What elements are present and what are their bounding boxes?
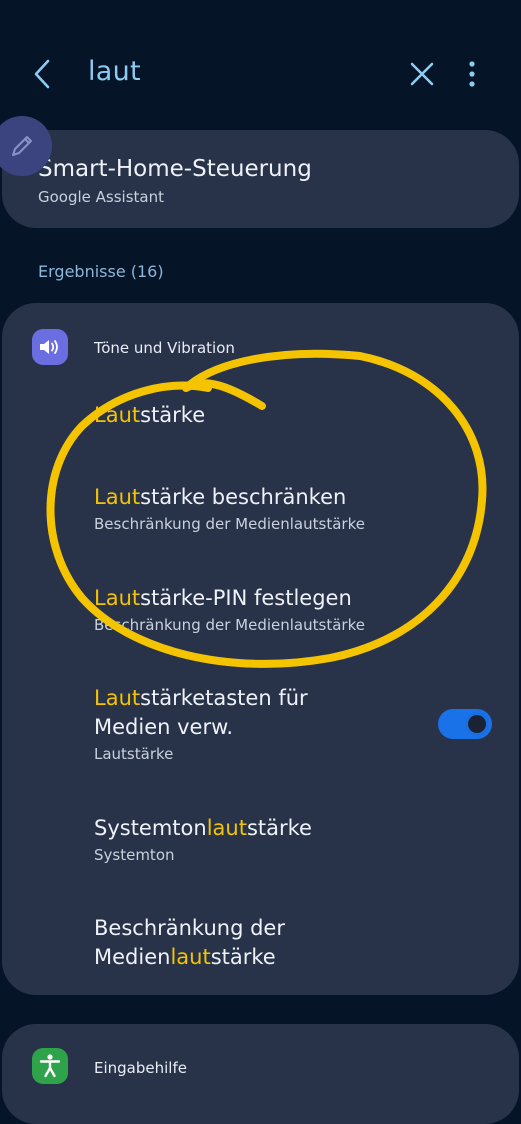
top-result-card[interactable]: Smart-Home-Steuerung Google Assistant [2, 130, 519, 228]
search-header: laut [0, 0, 521, 130]
result-title-line1: Beschränkung der [94, 916, 285, 940]
match-highlight: Laut [94, 485, 141, 509]
result-title: Lautstärketasten für Medien verw. [94, 684, 424, 742]
result-item[interactable]: Beschränkung der Medienlautstärke [94, 914, 424, 972]
toggle-knob [466, 713, 488, 735]
match-highlight: laut [170, 945, 211, 969]
result-title: Lautstärke [94, 401, 424, 430]
chevron-left-icon [34, 59, 50, 89]
search-input[interactable]: laut [88, 56, 141, 87]
result-title-rest: stärketasten für [140, 686, 308, 710]
accessibility-icon [32, 1048, 68, 1084]
result-title-rest: Medien verw. [94, 715, 234, 739]
clear-search-button[interactable] [404, 56, 440, 92]
result-title-rest: stärke beschränken [140, 485, 347, 509]
back-button[interactable] [24, 52, 60, 96]
result-title-rest: stärke-PIN festlegen [140, 586, 352, 610]
media-volume-keys-toggle[interactable] [438, 709, 492, 739]
match-highlight: Laut [94, 686, 141, 710]
result-title-rest: stärke [210, 945, 276, 969]
result-title: Lautstärke beschränken [94, 483, 424, 512]
result-item[interactable]: Lautstärke-PIN festlegen Beschränkung de… [94, 584, 424, 635]
category-title: Töne und Vibration [94, 339, 235, 357]
results-card: Töne und Vibration Lautstärke Lautstärke… [2, 303, 519, 995]
results-count-label: Ergebnisse (16) [38, 262, 164, 281]
match-highlight: Laut [94, 403, 141, 427]
accessibility-card[interactable]: Eingabehilfe [2, 1024, 519, 1124]
result-subtitle: Beschränkung der Medienlautstärke [94, 616, 365, 634]
result-item[interactable]: Lautstärke beschränken Beschränkung der … [94, 483, 424, 534]
result-title: Beschränkung der Medienlautstärke [94, 914, 424, 972]
result-title-pre: Medien [94, 945, 171, 969]
result-subtitle: Beschränkung der Medienlautstärke [94, 515, 365, 533]
close-icon [410, 62, 434, 86]
pencil-icon [12, 136, 32, 156]
result-subtitle: Systemton [94, 846, 175, 864]
top-result-title: Smart-Home-Steuerung [38, 156, 312, 182]
result-title: Lautstärke-PIN festlegen [94, 584, 424, 613]
result-item[interactable]: Lautstärke [94, 401, 424, 430]
match-highlight: Laut [94, 586, 141, 610]
result-title: Systemtonlautstärke [94, 814, 424, 843]
accessibility-title: Eingabehilfe [94, 1059, 187, 1077]
result-title-rest: stärke [246, 816, 312, 840]
result-title-pre: Systemton [94, 816, 207, 840]
speaker-icon [32, 329, 68, 365]
result-item[interactable]: Systemtonlautstärke Systemton [94, 814, 424, 865]
result-title-rest: stärke [140, 403, 206, 427]
more-vertical-icon [469, 61, 475, 87]
top-result-subtitle: Google Assistant [38, 188, 164, 206]
result-subtitle: Lautstärke [94, 745, 174, 763]
match-highlight: laut [206, 816, 247, 840]
result-item[interactable]: Lautstärketasten für Medien verw. Lautstä… [94, 684, 424, 764]
more-options-button[interactable] [458, 56, 486, 92]
